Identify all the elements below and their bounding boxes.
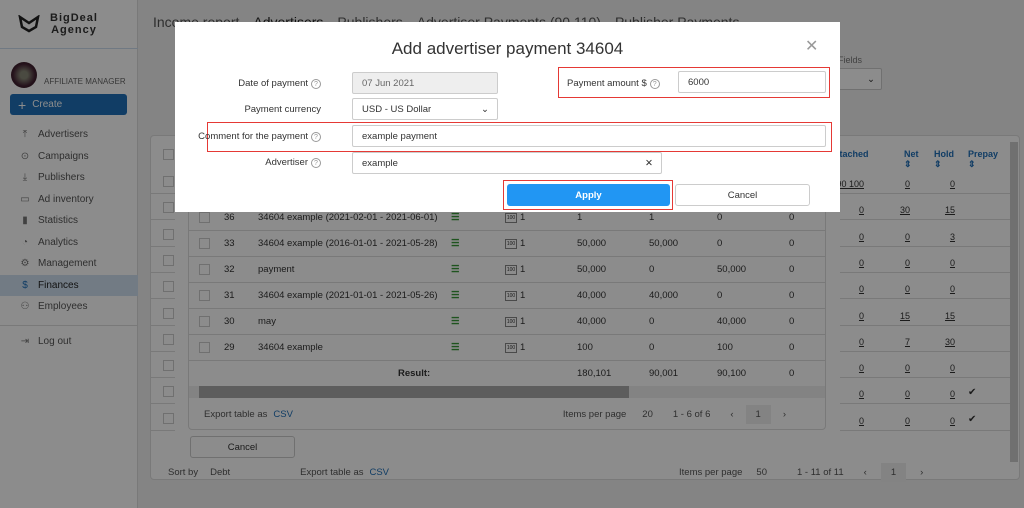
amount-input[interactable]: 6000 [678,71,826,93]
currency-value: USD - US Dollar [362,103,432,115]
currency-label: Payment currency [244,104,321,115]
modal-title: Add advertiser payment 34604 [391,39,624,58]
date-input[interactable]: 07 Jun 2021 [352,72,498,94]
clear-icon[interactable]: ✕ [645,158,653,169]
date-label: Date of payment? [191,78,321,89]
comment-label: Comment for the payment? [191,131,321,142]
advertiser-label: Advertiser? [191,157,321,168]
comment-input[interactable]: example payment [352,125,826,147]
help-icon: ? [311,79,321,89]
help-icon: ? [649,79,660,89]
add-payment-modal: Add advertiser payment 34604 ✕ Date of p… [175,22,840,212]
help-icon: ? [311,158,321,168]
close-icon[interactable]: ✕ [805,36,818,56]
help-icon: ? [311,132,321,142]
advertiser-input[interactable]: example ✕ [352,152,662,174]
amount-label: Payment amount $? [567,78,660,89]
cancel-button[interactable]: Cancel [675,184,810,206]
advertiser-value: example [362,157,398,169]
chevron-down-icon: ⌄ [481,103,489,115]
currency-select[interactable]: USD - US Dollar ⌄ [352,98,498,120]
apply-button[interactable]: Apply [507,184,670,206]
